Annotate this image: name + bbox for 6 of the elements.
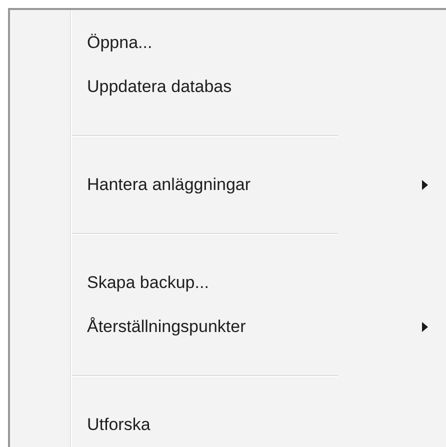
menu-item[interactable]: Utforska: [10, 403, 446, 447]
menu-item[interactable]: Hantera anläggningar: [10, 163, 446, 207]
menu-item[interactable]: Uppdatera databas: [10, 65, 446, 109]
menu-item[interactable]: Återställningspunkter: [10, 305, 446, 349]
menu-item[interactable]: Öppna...: [10, 21, 446, 65]
menu-item[interactable]: Skapa backup...: [10, 261, 446, 305]
